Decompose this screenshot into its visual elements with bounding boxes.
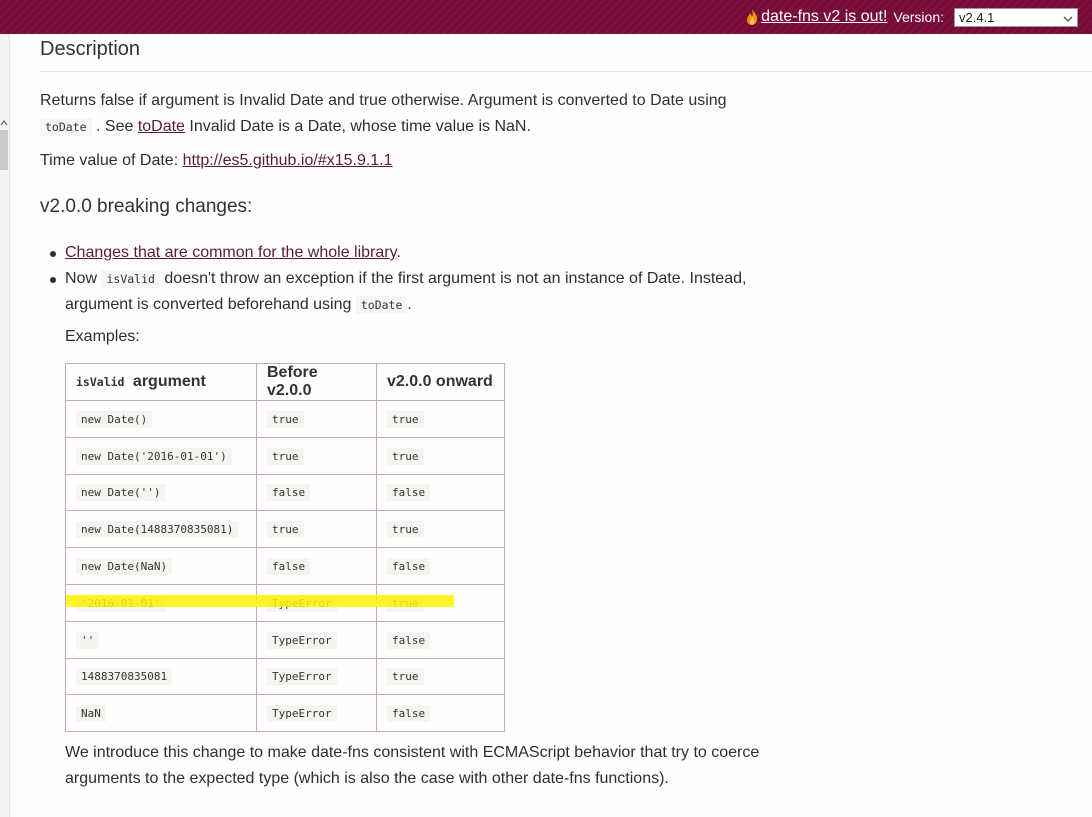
cell-code: new Date(NaN) <box>76 558 173 576</box>
breaking-changes-heading: v2.0.0 breaking changes: <box>40 196 253 217</box>
table-row: new Date(NaN) false false <box>65 547 505 585</box>
cell-code: TypeError <box>267 668 337 686</box>
table-row: new Date(1488370835081) true true <box>65 510 505 549</box>
table-cell-before: TypeError <box>256 583 377 622</box>
column-header-before: Before v2.0.0 <box>256 363 377 401</box>
table-cell-before: TypeError <box>256 694 377 733</box>
table-cell-after: false <box>376 694 505 733</box>
cell-code: false <box>267 484 311 502</box>
table-cell-before: false <box>256 473 377 512</box>
table-cell-before: TypeError <box>256 620 377 659</box>
table-cell-before: false <box>256 547 377 585</box>
column-header-argument: isValid argument <box>65 363 257 401</box>
table-row: 1488370835081 TypeError true <box>65 657 505 696</box>
table-cell-arg: NaN <box>65 694 257 733</box>
cell-code: new Date('') <box>76 484 166 502</box>
gutter-scroll-thumb[interactable] <box>0 130 8 170</box>
cell-code: TypeError <box>267 631 337 649</box>
table-cell-before: true <box>256 400 377 438</box>
table-cell-arg: new Date() <box>65 400 257 438</box>
table-cell-arg: new Date('2016-01-01') <box>65 436 257 475</box>
description-paragraph: Returns false if argument is Invalid Dat… <box>40 92 727 136</box>
cell-code: true <box>387 594 424 612</box>
table-cell-before: true <box>256 510 377 549</box>
table-cell-after: true <box>376 657 505 696</box>
announcement: date-fns v2 is out! Version: v2.4.1 <box>745 7 1078 27</box>
table-cell-after: true <box>376 583 505 622</box>
cell-code: false <box>387 705 431 723</box>
description-heading: Description <box>40 34 1092 72</box>
cell-code: '2016-01-01' <box>76 594 166 612</box>
version-label: Version: <box>893 9 944 25</box>
cell-code: 1488370835081 <box>76 668 173 686</box>
cell-code: new Date() <box>76 410 153 428</box>
cell-code: TypeError <box>267 594 337 612</box>
time-value-paragraph: Time value of Date: http://es5.github.io… <box>40 152 393 169</box>
bullet-icon <box>50 251 56 257</box>
list-item: Now isValid doesn't throw an exception i… <box>40 266 760 318</box>
inline-code: toDate <box>40 118 92 136</box>
cell-code: NaN <box>76 705 106 723</box>
version-selected-value: v2.4.1 <box>959 9 995 25</box>
table-cell-arg: new Date(NaN) <box>65 547 257 585</box>
cell-code: true <box>387 668 424 686</box>
es5-link[interactable]: http://es5.github.io/#x15.9.1.1 <box>183 152 393 169</box>
left-gutter <box>0 34 10 817</box>
cell-code: true <box>387 447 424 465</box>
table-cell-arg: '2016-01-01' <box>65 583 257 622</box>
gutter-arrow-icon[interactable] <box>0 116 8 126</box>
table-row: '' TypeError false <box>65 620 505 659</box>
table-cell-before: TypeError <box>256 657 377 696</box>
table-row: new Date('2016-01-01') true true <box>65 436 505 475</box>
cell-code: false <box>387 484 431 502</box>
table-cell-after: false <box>376 473 505 512</box>
inline-code: toDate <box>355 296 408 314</box>
cell-code: new Date(1488370835081) <box>76 521 239 539</box>
todate-link[interactable]: toDate <box>138 118 185 135</box>
list-item: Changes that are common for the whole li… <box>40 240 760 266</box>
common-changes-link[interactable]: Changes that are common for the whole li… <box>65 244 396 261</box>
column-header-after: v2.0.0 onward <box>376 363 505 401</box>
outro-paragraph: We introduce this change to make date-fn… <box>65 744 760 787</box>
table-row: new Date() true true <box>65 400 505 438</box>
table-cell-after: true <box>376 436 505 475</box>
table-cell-after: false <box>376 547 505 585</box>
main-content: Description Returns false if argument is… <box>40 34 1092 787</box>
table-cell-after: true <box>376 400 505 438</box>
cell-code: true <box>387 410 424 428</box>
cell-code: false <box>387 558 431 576</box>
table-cell-arg: new Date('') <box>65 473 257 512</box>
version-select[interactable]: v2.4.1 <box>954 7 1078 27</box>
breaking-changes-list: Changes that are common for the whole li… <box>40 240 760 318</box>
table-cell-after: false <box>376 620 505 659</box>
cell-code: true <box>267 410 304 428</box>
cell-code: false <box>387 631 431 649</box>
top-announcement-bar: date-fns v2 is out! Version: v2.4.1 <box>0 0 1092 34</box>
bullet-icon <box>50 277 56 283</box>
table-cell-arg: new Date(1488370835081) <box>65 510 257 549</box>
table-row: NaN TypeError false <box>65 694 505 733</box>
table-row: new Date('') false false <box>65 473 505 512</box>
cell-code: TypeError <box>267 705 337 723</box>
flame-icon <box>745 8 759 26</box>
table-cell-after: true <box>376 510 505 549</box>
cell-code: '' <box>76 631 100 649</box>
table-row: '2016-01-01' TypeError true <box>65 583 505 622</box>
announcement-link[interactable]: date-fns v2 is out! <box>761 8 887 26</box>
cell-code: new Date('2016-01-01') <box>76 447 232 465</box>
table-header-row: isValid argument Before v2.0.0 v2.0.0 on… <box>65 363 505 401</box>
table-cell-before: true <box>256 436 377 475</box>
table-cell-arg: 1488370835081 <box>65 657 257 696</box>
cell-code: true <box>267 447 304 465</box>
chevron-down-icon <box>1063 12 1073 22</box>
cell-code: false <box>267 558 311 576</box>
cell-code: true <box>267 521 304 539</box>
inline-code: isValid <box>101 270 160 288</box>
examples-table: isValid argument Before v2.0.0 v2.0.0 on… <box>65 363 505 733</box>
examples-label: Examples: <box>65 328 140 345</box>
table-cell-arg: '' <box>65 620 257 659</box>
cell-code: true <box>387 521 424 539</box>
